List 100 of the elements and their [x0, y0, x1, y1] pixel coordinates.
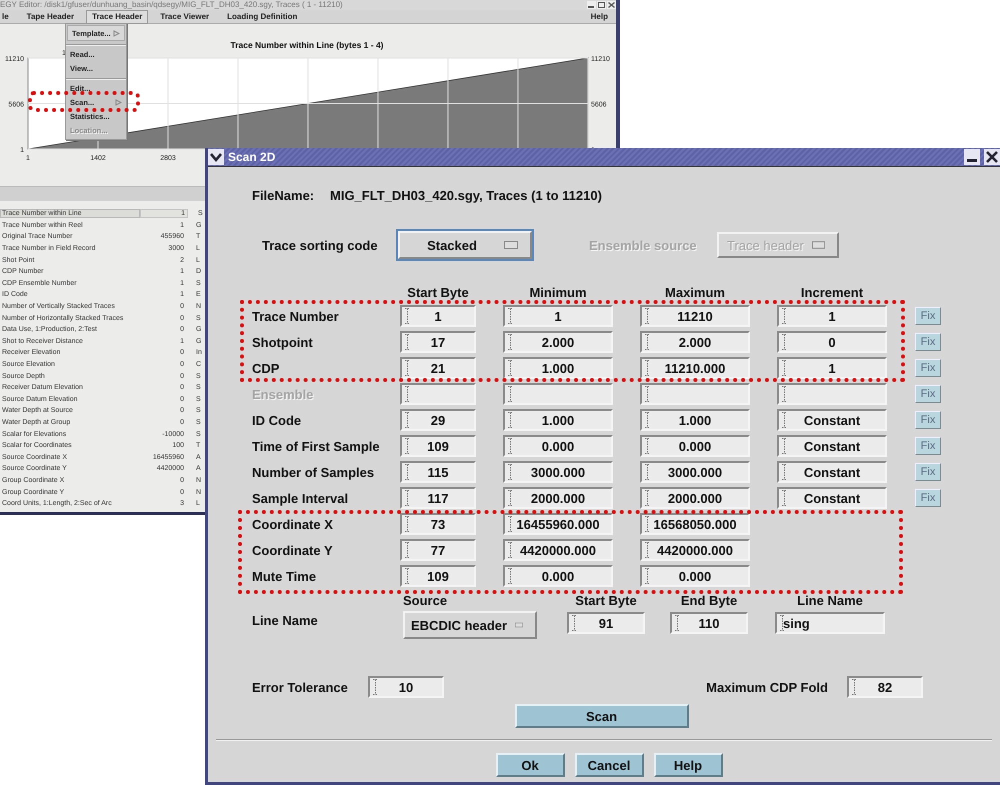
- field-label: Line Name: [252, 612, 319, 628]
- maximize-icon[interactable]: [597, 1, 606, 9]
- field-label: Maximum CDP Fold: [706, 680, 828, 694]
- input-field[interactable]: 1: [400, 305, 476, 327]
- field-label: CDP: [252, 360, 280, 376]
- input-field[interactable]: 2.000: [640, 331, 750, 353]
- text-cursor-icon: [782, 464, 787, 480]
- fix-button[interactable]: Fix: [915, 411, 941, 429]
- dropdown[interactable]: EBCDIC header: [403, 611, 537, 639]
- input-field[interactable]: 29: [400, 409, 476, 431]
- input-field[interactable]: [400, 383, 476, 405]
- input-field[interactable]: Constant: [777, 435, 887, 457]
- input-field[interactable]: 3000.000: [503, 461, 613, 483]
- input-field[interactable]: 91: [567, 612, 645, 634]
- column-header: Source: [403, 592, 448, 608]
- close-icon[interactable]: [984, 149, 1000, 165]
- cascade-arrow-icon: [115, 98, 122, 106]
- text-cursor-icon: [405, 438, 410, 454]
- menu-item[interactable]: Help: [584, 10, 614, 24]
- dialog-button[interactable]: Cancel: [574, 753, 644, 777]
- text-cursor-icon: [508, 568, 513, 584]
- text-cursor-icon: [645, 360, 650, 376]
- text-cursor-icon: [782, 308, 787, 324]
- menu-item[interactable]: le: [0, 10, 15, 24]
- input-field[interactable]: 115: [400, 461, 476, 483]
- input-field[interactable]: 77: [400, 539, 476, 561]
- input-field[interactable]: 21: [400, 357, 476, 379]
- fix-button[interactable]: Fix: [915, 489, 941, 507]
- input-field[interactable]: 0.000: [503, 565, 613, 587]
- input-field[interactable]: 0.000: [640, 435, 750, 457]
- field-label: Number of Samples: [252, 464, 376, 480]
- text-cursor-icon: [645, 464, 650, 480]
- input-field[interactable]: 1.000: [503, 409, 613, 431]
- input-field[interactable]: 11210: [640, 305, 750, 327]
- minimize-icon[interactable]: [964, 149, 980, 165]
- input-field[interactable]: 16455960.000: [503, 513, 613, 535]
- input-field[interactable]: 11210.000: [640, 357, 750, 379]
- fix-button[interactable]: Fix: [915, 333, 941, 351]
- input-field[interactable]: 2.000: [503, 331, 613, 353]
- input-field[interactable]: 4420000.000: [640, 539, 750, 561]
- fix-button[interactable]: Fix: [915, 437, 941, 455]
- input-field[interactable]: Constant: [777, 487, 887, 509]
- dropdown[interactable]: Stacked: [398, 231, 532, 259]
- text-cursor-icon: [782, 386, 787, 402]
- column-header: Increment: [800, 284, 864, 300]
- input-field[interactable]: 0.000: [503, 435, 613, 457]
- input-field[interactable]: [640, 383, 750, 405]
- input-field[interactable]: 10: [368, 676, 444, 698]
- input-field[interactable]: 2000.000: [640, 487, 750, 509]
- input-field[interactable]: 2000.000: [503, 487, 613, 509]
- window-title: Scan 2D: [228, 150, 276, 164]
- input-field[interactable]: 16568050.000: [640, 513, 750, 535]
- text-cursor-icon: [782, 360, 787, 376]
- text-cursor-icon: [405, 334, 410, 350]
- input-field[interactable]: 1: [777, 357, 887, 379]
- input-field[interactable]: 4420000.000: [503, 539, 613, 561]
- input-field[interactable]: [503, 383, 613, 405]
- text-cursor-icon: [782, 438, 787, 454]
- file-name-label: FileName:: [252, 188, 316, 202]
- fix-button[interactable]: Fix: [915, 463, 941, 481]
- input-field[interactable]: 17: [400, 331, 476, 353]
- text-cursor-icon: [508, 516, 513, 532]
- input-field[interactable]: 109: [400, 435, 476, 457]
- input-field[interactable]: Constant: [777, 461, 887, 483]
- input-field[interactable]: 3000.000: [640, 461, 750, 483]
- text-cursor-icon: [645, 438, 650, 454]
- input-field[interactable]: sing: [775, 612, 885, 634]
- input-field[interactable]: [777, 383, 887, 405]
- text-cursor-icon: [508, 542, 513, 558]
- dialog-button[interactable]: Ok: [496, 753, 564, 777]
- menu-item[interactable]: Loading Definition: [221, 10, 304, 24]
- scan-button[interactable]: Scan: [514, 704, 688, 728]
- text-cursor-icon: [645, 412, 650, 428]
- input-field[interactable]: 117: [400, 487, 476, 509]
- fix-button[interactable]: Fix: [915, 307, 941, 325]
- input-field[interactable]: 1.000: [640, 409, 750, 431]
- menu-item[interactable]: Tape Header: [20, 10, 80, 24]
- fix-button[interactable]: Fix: [915, 359, 941, 377]
- text-cursor-icon: [508, 308, 513, 324]
- input-field[interactable]: 0: [777, 331, 887, 353]
- dialog-button[interactable]: Help: [654, 753, 722, 777]
- window-title: EGY Editor: /disk1/gfuser/dunhuang_basin/qdsegy/MIG_FLT_DH03_420.sgy, Traces ( 1 - 11210): [0, 0, 343, 10]
- text-cursor-icon: [645, 542, 650, 558]
- menu-item[interactable]: Trace Header: [86, 10, 148, 24]
- input-field[interactable]: 1: [503, 305, 613, 327]
- input-field[interactable]: Constant: [777, 409, 887, 431]
- input-field[interactable]: 110: [670, 612, 748, 634]
- menu-item[interactable]: Trace Viewer: [154, 10, 216, 24]
- text-cursor-icon: [572, 615, 577, 631]
- dropdown-indicator-icon: [812, 241, 825, 249]
- minimize-icon[interactable]: [587, 1, 596, 9]
- chevron-down-icon[interactable]: [208, 149, 224, 165]
- input-field[interactable]: 0.000: [640, 565, 750, 587]
- input-field[interactable]: 73: [400, 513, 476, 535]
- input-field[interactable]: 1: [777, 305, 887, 327]
- input-field[interactable]: 109: [400, 565, 476, 587]
- input-field[interactable]: 82: [847, 676, 923, 698]
- field-label: Coordinate X: [252, 516, 334, 532]
- input-field[interactable]: 1.000: [503, 357, 613, 379]
- close-icon[interactable]: [607, 1, 616, 9]
